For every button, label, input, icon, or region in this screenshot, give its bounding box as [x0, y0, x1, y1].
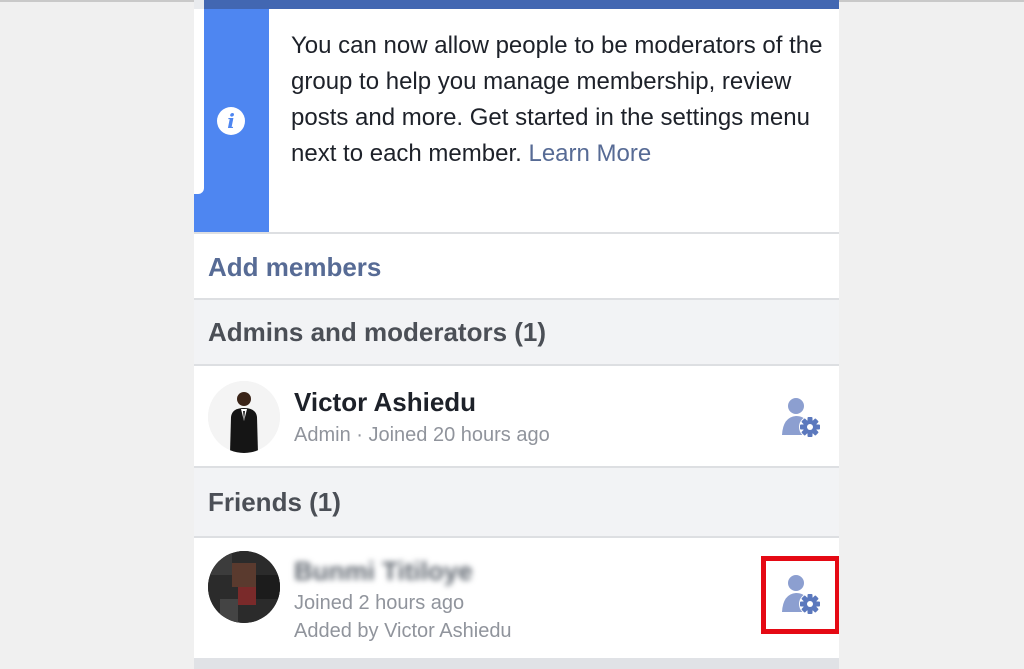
- avatar[interactable]: [208, 551, 280, 623]
- member-settings-icon[interactable]: [776, 393, 826, 443]
- member-meta: Admin · Joined 20 hours ago: [294, 424, 550, 446]
- friends-section-title: Friends (1): [208, 487, 341, 517]
- add-members-row[interactable]: Add members: [194, 234, 839, 298]
- header-bar-edge: [204, 0, 839, 9]
- add-members-link[interactable]: Add members: [208, 252, 381, 283]
- friends-section-header: Friends (1): [194, 468, 839, 536]
- group-members-screen: i You can now allow people to be moderat…: [194, 0, 839, 669]
- highlight-box: [761, 556, 839, 634]
- member-row-admin[interactable]: Victor Ashiedu Admin · Joined 20 hours a…: [194, 366, 839, 466]
- moderators-notice-card: i You can now allow people to be moderat…: [194, 9, 839, 232]
- divider: [194, 658, 839, 669]
- learn-more-link[interactable]: Learn More: [528, 140, 651, 167]
- admins-section-title: Admins and moderators (1): [208, 317, 547, 347]
- admins-section-header: Admins and moderators (1): [194, 300, 839, 364]
- avatar[interactable]: [208, 381, 280, 453]
- member-name[interactable]: Victor Ashiedu: [294, 387, 476, 418]
- member-added-by: Added by Victor Ashiedu: [294, 620, 512, 642]
- member-name[interactable]: Bunmi Titiloye: [294, 556, 473, 587]
- notice-text: You can now allow people to be moderator…: [291, 32, 823, 167]
- notice-stripe: i: [194, 9, 269, 232]
- member-meta: Joined 2 hours ago: [294, 592, 465, 614]
- info-icon: i: [217, 107, 245, 135]
- member-row-friend[interactable]: Bunmi Titiloye Joined 2 hours ago Added …: [194, 538, 839, 658]
